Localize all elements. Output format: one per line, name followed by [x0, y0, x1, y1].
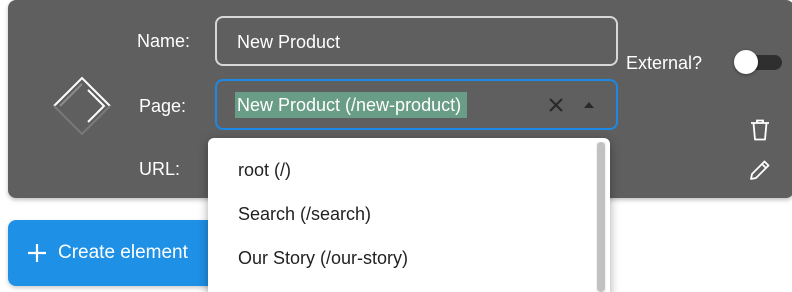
- page-dropdown-menu: root (/) Search (/search) Our Story (/ou…: [208, 138, 610, 292]
- dropdown-scrollbar[interactable]: [596, 142, 606, 292]
- page-select[interactable]: New Product (/new-product): [215, 79, 618, 130]
- create-element-label: Create element: [58, 242, 188, 263]
- page-select-value: New Product (/new-product): [235, 92, 468, 118]
- page-label: Page:: [139, 96, 187, 116]
- name-label: Name:: [137, 31, 191, 51]
- drag-diamond-icon[interactable]: [48, 72, 116, 140]
- dropdown-option-root[interactable]: root (/): [238, 159, 291, 181]
- url-label: URL:: [139, 159, 181, 179]
- dropdown-option-search[interactable]: Search (/search): [238, 203, 371, 225]
- external-label: External?: [626, 53, 703, 73]
- dropdown-scrollbar-thumb[interactable]: [597, 142, 605, 292]
- external-toggle-knob: [734, 50, 758, 74]
- arrow-up-icon[interactable]: [581, 97, 597, 113]
- close-icon[interactable]: [546, 95, 566, 115]
- name-field-value: New Product: [237, 32, 341, 52]
- page-root: Create element Name: New Product Page: N…: [0, 0, 792, 292]
- dropdown-option-our-story[interactable]: Our Story (/our-story): [238, 247, 408, 269]
- pencil-icon[interactable]: [748, 158, 772, 182]
- trash-icon[interactable]: [748, 118, 772, 142]
- plus-icon: [28, 244, 46, 262]
- name-field[interactable]: New Product: [215, 16, 618, 66]
- external-toggle[interactable]: [734, 50, 784, 74]
